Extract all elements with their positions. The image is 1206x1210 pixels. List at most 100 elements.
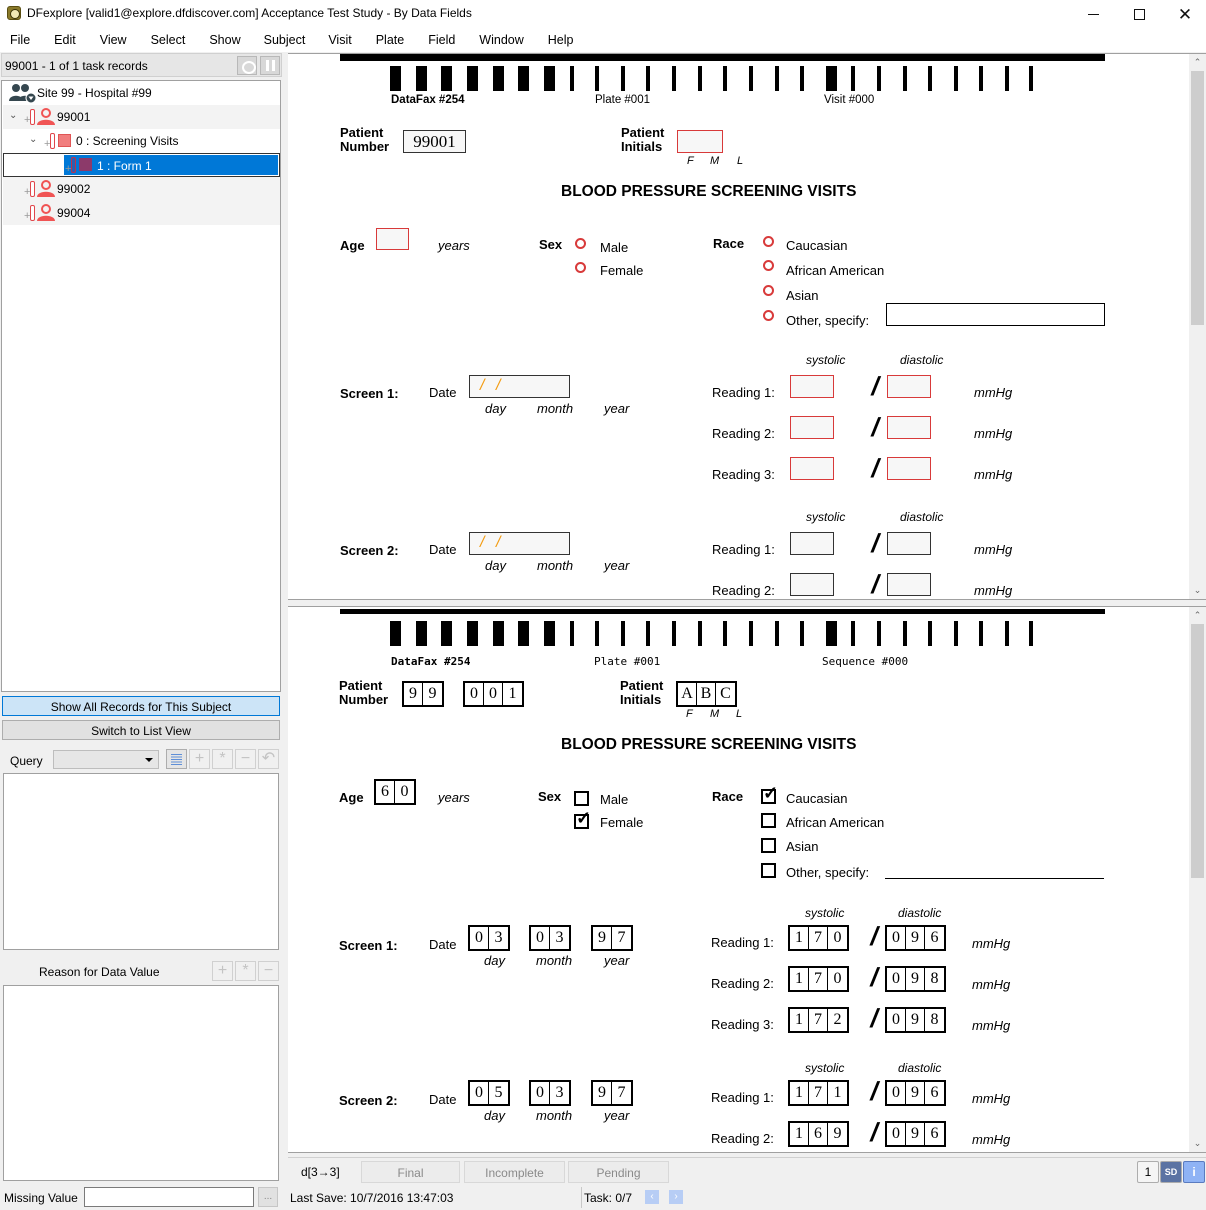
tree-subject-99004[interactable]: + 99004 bbox=[3, 201, 280, 225]
race-african-american-radio[interactable] bbox=[763, 260, 774, 271]
initials-l-label: L bbox=[736, 708, 743, 720]
systolic-field[interactable] bbox=[790, 573, 834, 596]
task-clock-icon[interactable] bbox=[237, 56, 257, 75]
close-button[interactable]: ✕ bbox=[1162, 0, 1206, 28]
scroll-thumb[interactable] bbox=[1191, 624, 1204, 878]
task-next-icon[interactable]: › bbox=[669, 1190, 683, 1204]
scroll-down-icon[interactable]: ⌄ bbox=[1189, 582, 1206, 599]
barcode-bar bbox=[749, 66, 753, 91]
reading-label: Reading 3: bbox=[712, 467, 775, 482]
menu-plate[interactable]: Plate bbox=[376, 28, 405, 52]
scan-digit: 0 bbox=[887, 968, 906, 990]
menu-edit[interactable]: Edit bbox=[54, 28, 76, 52]
bottom-pane-scrollbar[interactable]: ⌃ ⌄ bbox=[1189, 607, 1206, 1152]
screen1-date-field[interactable]: / / bbox=[469, 375, 570, 398]
diastolic-field[interactable] bbox=[887, 416, 931, 439]
menu-file[interactable]: File bbox=[10, 28, 30, 52]
scroll-up-icon[interactable]: ⌃ bbox=[1189, 54, 1206, 71]
barcode-bar bbox=[544, 621, 555, 646]
delete-query-button[interactable]: − bbox=[235, 749, 256, 769]
menu-field[interactable]: Field bbox=[428, 28, 455, 52]
query-select[interactable] bbox=[53, 750, 159, 769]
incomplete-button[interactable]: Incomplete bbox=[464, 1161, 565, 1183]
tree-visit-screening[interactable]: ⌄ + 0 : Screening Visits bbox=[3, 129, 280, 153]
scroll-up-icon[interactable]: ⌃ bbox=[1189, 607, 1206, 624]
task-prev-icon[interactable]: ‹ bbox=[645, 1190, 659, 1204]
switch-list-view-button[interactable]: Switch to List View bbox=[2, 720, 280, 740]
tree-site[interactable]: Site 99 - Hospital #99 bbox=[3, 81, 280, 105]
mmhg-label: mmHg bbox=[974, 542, 1013, 557]
minimize-button[interactable] bbox=[1070, 0, 1116, 28]
missing-value-browse-button[interactable]: ... bbox=[258, 1187, 278, 1207]
delete-reason-button[interactable]: − bbox=[258, 961, 279, 981]
systolic-field[interactable] bbox=[790, 416, 834, 439]
info-button[interactable]: i bbox=[1183, 1161, 1205, 1183]
diastolic-field[interactable] bbox=[887, 457, 931, 480]
task-counter: Task: 0/7 bbox=[584, 1191, 633, 1205]
scan-s2-month: 03 bbox=[529, 1080, 571, 1106]
menu-subject[interactable]: Subject bbox=[264, 28, 306, 52]
systolic-field[interactable] bbox=[790, 375, 834, 398]
query-list-button[interactable] bbox=[166, 749, 187, 769]
chevron-down-icon[interactable]: ⌄ bbox=[9, 110, 17, 121]
tree-form-1[interactable]: + 1 : Form 1 bbox=[3, 153, 280, 177]
missing-value-input[interactable] bbox=[84, 1187, 254, 1207]
scan-diastolic-value: 096 bbox=[885, 1080, 946, 1106]
page-number-button[interactable]: 1 bbox=[1137, 1161, 1159, 1183]
scan-digit: 1 bbox=[790, 1009, 809, 1031]
patient-number-field[interactable]: 99001 bbox=[403, 130, 466, 153]
top-pane-scrollbar[interactable]: ⌃ ⌄ bbox=[1189, 54, 1206, 599]
scan-digit: 0 bbox=[887, 1082, 906, 1104]
menu-select[interactable]: Select bbox=[151, 28, 186, 52]
screen2-date-field[interactable]: / / bbox=[469, 532, 570, 555]
diastolic-field[interactable] bbox=[887, 573, 931, 596]
add-query-button[interactable]: + bbox=[189, 749, 210, 769]
barcode-bar bbox=[467, 621, 478, 646]
scan-digit: 0 bbox=[400, 783, 409, 800]
screen1-label: Screen 1: bbox=[340, 386, 399, 401]
sd-button[interactable]: SD bbox=[1160, 1161, 1182, 1183]
systolic-field[interactable] bbox=[790, 532, 834, 555]
add-reason-button[interactable]: + bbox=[212, 961, 233, 981]
subject-person-icon bbox=[37, 180, 55, 197]
barcode-bar bbox=[467, 66, 478, 91]
race-other-radio[interactable] bbox=[763, 310, 774, 321]
diastolic-field[interactable] bbox=[887, 375, 931, 398]
chevron-down-icon[interactable]: ⌄ bbox=[29, 134, 37, 145]
sex-male-radio[interactable] bbox=[575, 238, 586, 249]
edit-query-button[interactable]: * bbox=[212, 749, 233, 769]
race-caucasian-radio[interactable] bbox=[763, 236, 774, 247]
undo-query-button[interactable]: ↶ bbox=[258, 749, 279, 769]
scan-digit: C bbox=[720, 685, 731, 702]
pause-icon[interactable] bbox=[260, 56, 280, 75]
barcode-bar bbox=[646, 66, 650, 91]
pending-button[interactable]: Pending bbox=[568, 1161, 669, 1183]
scan-digit: 0 bbox=[887, 1123, 906, 1145]
menu-visit[interactable]: Visit bbox=[328, 28, 351, 52]
final-button[interactable]: Final bbox=[361, 1161, 460, 1183]
bp-slash: / bbox=[867, 1117, 882, 1147]
show-all-records-button[interactable]: Show All Records for This Subject bbox=[2, 696, 280, 716]
age-field[interactable] bbox=[376, 228, 409, 250]
scan-other-specify-line bbox=[885, 878, 1104, 879]
scan-sex-male-checkbox bbox=[574, 791, 589, 806]
query-text-area[interactable] bbox=[3, 773, 279, 950]
scroll-thumb[interactable] bbox=[1191, 71, 1204, 325]
menu-show[interactable]: Show bbox=[209, 28, 240, 52]
scroll-down-icon[interactable]: ⌄ bbox=[1189, 1135, 1206, 1152]
race-asian-radio[interactable] bbox=[763, 285, 774, 296]
app-clock-icon bbox=[7, 6, 21, 20]
race-other-specify-field[interactable] bbox=[886, 303, 1105, 326]
tree-subject-99002[interactable]: + 99002 bbox=[3, 177, 280, 201]
menu-window[interactable]: Window bbox=[479, 28, 523, 52]
maximize-button[interactable] bbox=[1116, 0, 1162, 28]
edit-reason-button[interactable]: * bbox=[235, 961, 256, 981]
menu-view[interactable]: View bbox=[100, 28, 127, 52]
menu-help[interactable]: Help bbox=[548, 28, 574, 52]
reason-text-area[interactable] bbox=[3, 985, 279, 1181]
sex-female-radio[interactable] bbox=[575, 262, 586, 273]
patient-initials-field[interactable] bbox=[677, 130, 723, 153]
tree-subject-99001[interactable]: ⌄ + 99001 bbox=[3, 105, 280, 129]
systolic-field[interactable] bbox=[790, 457, 834, 480]
diastolic-field[interactable] bbox=[887, 532, 931, 555]
